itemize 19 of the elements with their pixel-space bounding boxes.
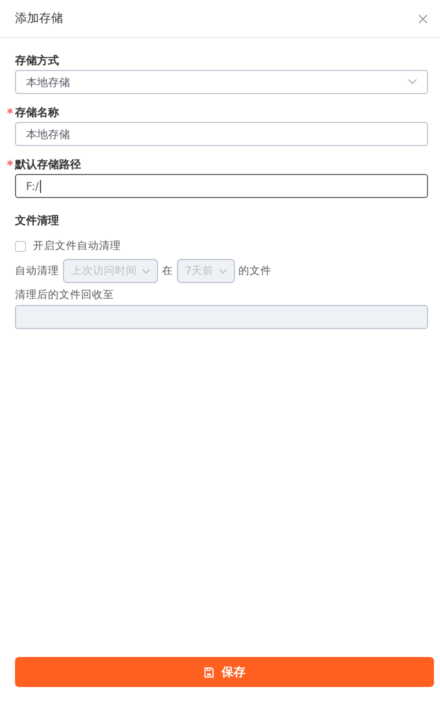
storage-select[interactable]: 本地存储 <box>15 70 428 94</box>
input-field[interactable]: 本地存储 <box>15 122 428 146</box>
section-title: 文件清理 <box>15 213 59 229</box>
chevron-icon <box>142 268 150 274</box>
checkbox[interactable] <box>15 240 26 252</box>
dialog-title: 添加存储 <box>15 10 63 27</box>
field-label: 存储名称 <box>15 104 59 120</box>
rule-text: 在 <box>162 264 173 278</box>
save-icon <box>204 666 214 678</box>
field-label: 存储方式 <box>15 52 59 68</box>
field-label: 清理后的文件回收至 <box>15 288 115 303</box>
rule-text: 的文件 <box>238 264 272 278</box>
rule-text: 自动清理 <box>15 264 59 278</box>
chevron-icon <box>408 79 417 85</box>
checkbox-label: 开启文件自动清理 <box>33 239 121 253</box>
chevron-icon <box>218 268 227 274</box>
field-label: 默认存储路径 <box>15 156 81 172</box>
close-icon[interactable] <box>418 14 428 24</box>
input-field[interactable]: F:/ <box>15 174 428 198</box>
